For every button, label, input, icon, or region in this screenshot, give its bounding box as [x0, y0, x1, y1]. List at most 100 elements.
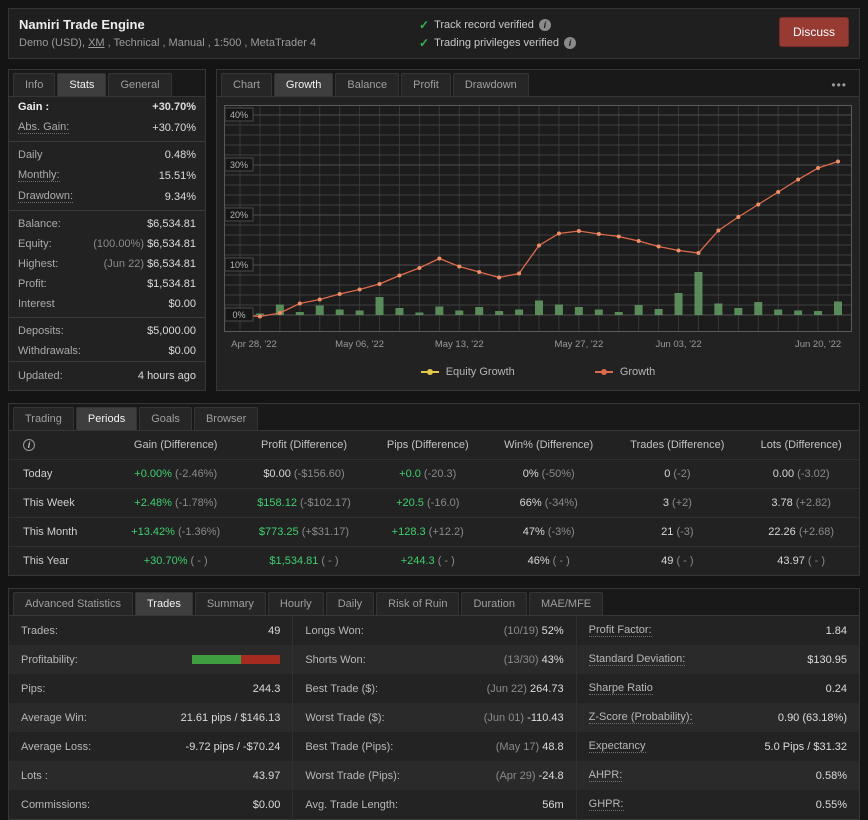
account-info: Namiri Trade Engine Demo (USD), XM , Tec… — [19, 17, 419, 49]
stat-row: Abs. Gain: +30.70% — [9, 117, 205, 142]
stat-label: Monthly: — [18, 169, 60, 182]
growth-chart: 0% 10% 20% 30% 40% Apr 28, '22 May 06, '22 May … — [224, 105, 852, 350]
period-cell: 43.97 ( - ) — [777, 555, 825, 567]
stat-value: 0.55% — [815, 798, 847, 811]
stat-row: Worst Trade (Pips): (Apr 29) -24.8 — [293, 761, 576, 790]
verified-badge: ✓ Trading privileges verified i — [419, 36, 576, 50]
stat-row: Deposits: $5,000.00 — [9, 321, 205, 341]
tab-risk-of-ruin[interactable]: Risk of Ruin — [376, 592, 460, 615]
period-cell: +0.0 (-20.3) — [399, 468, 457, 480]
svg-text:30%: 30% — [230, 160, 248, 170]
tab-hourly[interactable]: Hourly — [267, 592, 324, 615]
stats-grid: Trades: 49 Profitability: Pips: 244.3 Average… — [9, 616, 859, 819]
account-subtitle: Demo (USD), XM , Technical , Manual , 1:… — [19, 37, 419, 49]
periods-header-row-tr: i Gain (Difference) Profit (Difference) Pi… — [9, 431, 859, 460]
period-cell: 49 ( - ) — [661, 555, 694, 567]
stat-row: Profitability: — [9, 645, 293, 674]
tab-trades[interactable]: Trades — [135, 592, 193, 615]
tab-general[interactable]: General — [108, 73, 172, 96]
period-label: Today — [23, 468, 53, 480]
period-cell: +128.3 (+12.2) — [391, 526, 464, 538]
stat-label: Pips: — [21, 682, 46, 695]
svg-text:May 27, '22: May 27, '22 — [554, 339, 603, 350]
verified-list: ✓ Track record verified i ✓ Trading privileg… — [419, 17, 576, 50]
tab-chart[interactable]: Chart — [221, 73, 272, 96]
stat-value: 244.3 — [252, 682, 281, 695]
tab-browser[interactable]: Browser — [193, 407, 259, 430]
period-cell: $0.00 (-$156.60) — [263, 468, 345, 480]
stat-row: Balance: $6,534.81 — [9, 214, 205, 234]
svg-text:Jun 03, '22: Jun 03, '22 — [655, 339, 701, 350]
tab-drawdown[interactable]: Drawdown — [452, 73, 529, 96]
account-header: Namiri Trade Engine Demo (USD), XM , Tec… — [8, 8, 860, 59]
stat-label: Best Trade ($): — [305, 682, 379, 695]
stat-label: Abs. Gain: — [18, 121, 70, 134]
tab-summary[interactable]: Summary — [194, 592, 266, 615]
legend-label: Equity Growth — [445, 366, 515, 378]
stat-label: Worst Trade ($): — [305, 711, 385, 724]
stat-value: 21.61 pips / $146.13 — [180, 711, 281, 724]
stat-value: -9.72 pips / -$70.24 — [185, 740, 281, 753]
stat-row: Interest $0.00 — [9, 294, 205, 318]
stat-label: Balance: — [18, 218, 61, 230]
stat-value: (Apr 29) -24.8 — [495, 769, 564, 782]
period-cell: $158.12 (-$102.17) — [257, 497, 351, 509]
period-cell: +30.70% ( - ) — [143, 555, 208, 567]
stat-label: Lots : — [21, 769, 48, 782]
tab-balance[interactable]: Balance — [335, 73, 400, 96]
stat-label: Worst Trade (Pips): — [305, 769, 400, 782]
stat-label: Withdrawals: — [18, 345, 81, 357]
tab-mae-mfe[interactable]: MAE/MFE — [529, 592, 604, 615]
stat-label: Trades: — [21, 624, 58, 637]
tab-advanced-statistics[interactable]: Advanced Statistics — [13, 592, 133, 615]
periods-table: i Gain (Difference) Profit (Difference) Pi… — [9, 431, 859, 575]
tab-daily[interactable]: Daily — [325, 592, 375, 615]
left-panel-tabs: Info Stats General — [9, 70, 205, 97]
stat-value: (Jun 01) -110.43 — [483, 711, 564, 724]
check-icon: ✓ — [419, 36, 430, 50]
tab-goals[interactable]: Goals — [139, 407, 192, 430]
stat-value: $0.00 — [168, 298, 196, 310]
stat-row: Drawdown: 9.34% — [9, 186, 205, 211]
stat-row: Average Win: 21.61 pips / $146.13 — [9, 703, 293, 732]
stat-label: AHPR: — [588, 769, 623, 782]
info-icon[interactable]: i — [564, 37, 576, 49]
stat-value: 0.90 (63.18%) — [777, 711, 847, 724]
stat-row: Pips: 244.3 — [9, 674, 292, 703]
stat-label: Deposits: — [18, 325, 64, 337]
stat-value: 1.84 — [825, 624, 847, 637]
stats-col-3: Profit Factor: 1.84 Standard Deviation: $13… — [575, 616, 859, 819]
tab-duration[interactable]: Duration — [461, 592, 528, 615]
tab-stats[interactable]: Stats — [57, 73, 107, 96]
stat-value: 0.24 — [825, 682, 847, 695]
period-cell: +0.00% (-2.46%) — [134, 468, 218, 480]
info-icon[interactable]: i — [23, 439, 35, 451]
stat-row: Worst Trade ($): (Jun 01) -110.43 — [293, 703, 576, 732]
chart-menu-button[interactable]: ••• — [823, 74, 855, 96]
main-row: Info Stats General Gain : +30.70% Abs. Gain:… — [8, 69, 860, 391]
period-cell: 3 (+2) — [662, 497, 692, 509]
stat-row: Sharpe Ratio 0.24 — [577, 674, 859, 703]
tab-growth[interactable]: Growth — [273, 73, 334, 96]
info-icon[interactable]: i — [538, 19, 551, 31]
stat-value: $5,000.00 — [147, 325, 196, 337]
stat-row: Updated: 4 hours ago — [9, 361, 205, 386]
chart-body: 0% 10% 20% 30% 40% Apr 28, '22 May 06, '22 May … — [217, 97, 859, 358]
period-cell: $773.25 (+$31.17) — [258, 526, 350, 538]
tab-info[interactable]: Info — [13, 73, 56, 96]
discuss-button[interactable]: Discuss — [778, 17, 849, 47]
tab-trading[interactable]: Trading — [13, 407, 74, 430]
stat-value: $130.95 — [807, 653, 847, 666]
tab-periods[interactable]: Periods — [75, 407, 138, 430]
svg-text:May 13, '22: May 13, '22 — [435, 339, 484, 350]
legend-item[interactable]: Equity Growth — [420, 366, 515, 378]
tab-profit[interactable]: Profit — [401, 73, 451, 96]
stat-label: Updated: — [18, 370, 63, 382]
periods-row: This Year +30.70% ( - ) $1,534.81 ( - ) +24… — [9, 546, 859, 576]
stat-value: $1,534.81 — [147, 278, 196, 290]
broker-link[interactable]: XM — [88, 37, 105, 49]
stat-label: Average Win: — [21, 711, 87, 724]
chart-tabbar: Chart Growth Balance Profit Drawdown ••• — [217, 70, 859, 97]
legend-item[interactable]: Growth — [594, 366, 655, 378]
stat-row: Best Trade (Pips): (May 17) 48.8 — [293, 732, 575, 761]
